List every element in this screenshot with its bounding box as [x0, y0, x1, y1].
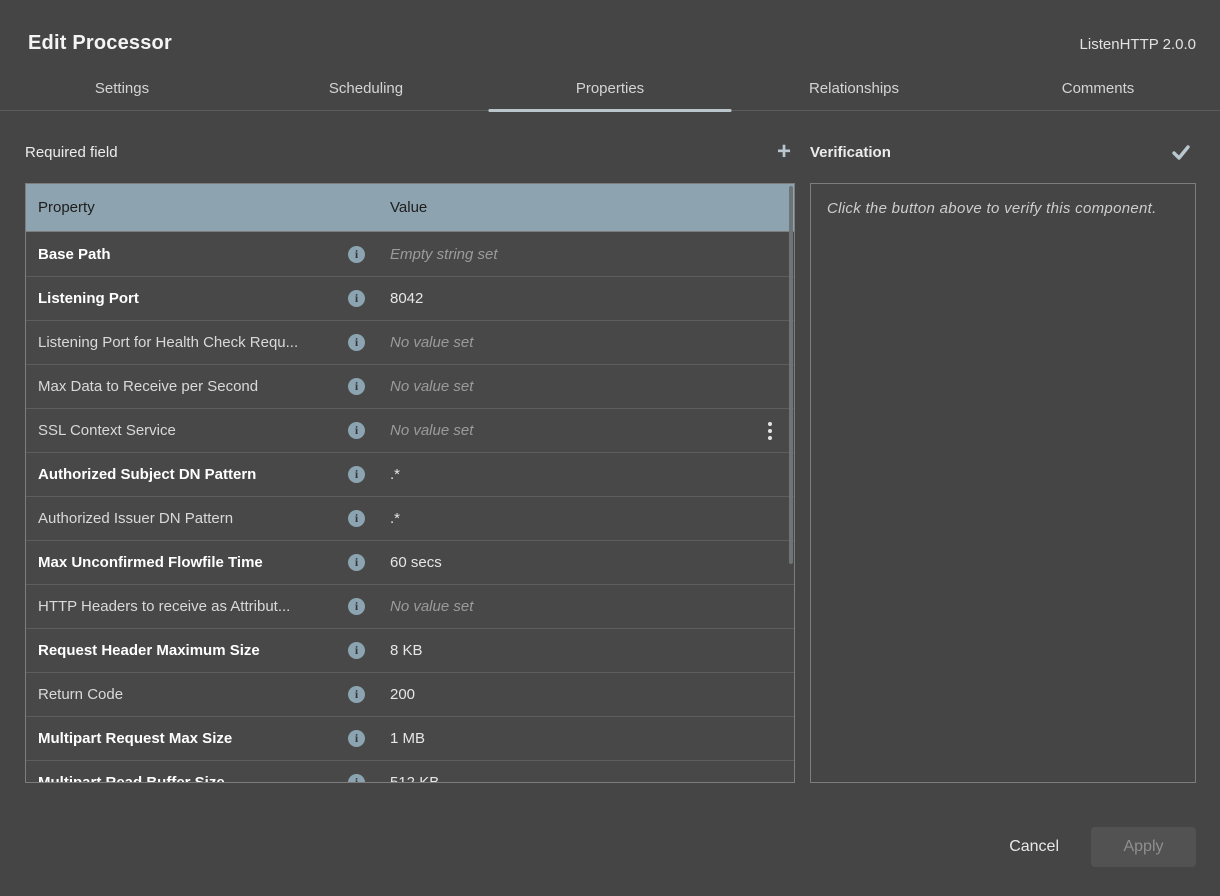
info-icon[interactable]: i [348, 774, 365, 783]
column-header-value: Value [374, 199, 754, 216]
verification-label: Verification [810, 144, 891, 161]
properties-panel: Required field + Property Value Base Pat… [25, 139, 795, 798]
plus-icon: + [777, 141, 791, 163]
property-value[interactable]: 1 MB [374, 730, 754, 747]
info-icon[interactable]: i [348, 290, 365, 307]
info-icon[interactable]: i [348, 730, 365, 747]
dialog-title: Edit Processor [28, 32, 172, 55]
verification-section-head: Verification [810, 139, 1196, 165]
property-value[interactable]: No value set [374, 598, 754, 615]
properties-table: Property Value Base PathiEmpty string se… [25, 183, 795, 783]
tab-properties[interactable]: Properties [488, 71, 732, 110]
property-row[interactable]: Listening Port for Health Check Requ...i… [26, 320, 794, 364]
property-value[interactable]: 8042 [374, 290, 754, 307]
processor-version: ListenHTTP 2.0.0 [1080, 36, 1196, 53]
info-icon[interactable]: i [348, 466, 365, 483]
info-icon[interactable]: i [348, 686, 365, 703]
column-header-property: Property [26, 199, 344, 216]
property-row[interactable]: Multipart Request Max Sizei 1 MB [26, 716, 794, 760]
property-value[interactable]: 200 [374, 686, 754, 703]
property-name: Authorized Subject DN Pattern [26, 466, 344, 483]
property-row[interactable]: Request Header Maximum Sizei 8 KB [26, 628, 794, 672]
dialog-footer: Cancel Apply [0, 798, 1220, 896]
tab-bar: Settings Scheduling Properties Relations… [0, 71, 1220, 111]
property-name: HTTP Headers to receive as Attribut... [26, 598, 344, 615]
table-header-row: Property Value [26, 184, 794, 232]
properties-section-head: Required field + [25, 139, 795, 165]
property-name: Listening Port [26, 290, 344, 307]
property-row[interactable]: Multipart Read Buffer Size i 512 KB [26, 760, 794, 783]
required-field-label: Required field [25, 144, 118, 161]
property-row[interactable]: Listening Porti 8042 [26, 276, 794, 320]
property-value[interactable]: 60 secs [374, 554, 754, 571]
property-row[interactable]: HTTP Headers to receive as Attribut...iN… [26, 584, 794, 628]
tab-comments[interactable]: Comments [976, 71, 1220, 110]
tab-settings[interactable]: Settings [0, 71, 244, 110]
property-value[interactable]: 512 KB [374, 774, 754, 783]
property-row[interactable]: SSL Context Servicei No value set [26, 408, 794, 452]
property-row[interactable]: Authorized Issuer DN Patterni .* [26, 496, 794, 540]
property-row[interactable]: Return Codei 200 [26, 672, 794, 716]
apply-button[interactable]: Apply [1091, 827, 1196, 867]
property-value[interactable]: Empty string set [374, 246, 754, 263]
property-name: Multipart Read Buffer Size [26, 774, 344, 783]
property-name: Max Unconfirmed Flowfile Time [26, 554, 344, 571]
tab-scheduling[interactable]: Scheduling [244, 71, 488, 110]
info-icon[interactable]: i [348, 642, 365, 659]
info-icon[interactable]: i [348, 510, 365, 527]
property-value[interactable]: 8 KB [374, 642, 754, 659]
property-name: Base Path [26, 246, 344, 263]
verification-message-box: Click the button above to verify this co… [810, 183, 1196, 783]
tab-relationships[interactable]: Relationships [732, 71, 976, 110]
info-icon[interactable]: i [348, 246, 365, 263]
property-row[interactable]: Base Pathi Empty string set [26, 232, 794, 276]
property-row[interactable]: Authorized Subject DN Patterni .* [26, 452, 794, 496]
verification-panel: Verification Click the button above to v… [810, 139, 1196, 798]
property-value[interactable]: .* [374, 466, 754, 483]
dialog-header: Edit Processor ListenHTTP 2.0.0 [0, 0, 1220, 55]
property-value[interactable]: No value set [374, 422, 754, 439]
property-name: Return Code [26, 686, 344, 703]
property-name: Multipart Request Max Size [26, 730, 344, 747]
table-scrollbar[interactable] [789, 186, 793, 564]
property-name: Authorized Issuer DN Pattern [26, 510, 344, 527]
add-property-button[interactable]: + [773, 139, 795, 165]
content-area: Required field + Property Value Base Pat… [0, 139, 1220, 798]
info-icon[interactable]: i [348, 554, 365, 571]
property-name: SSL Context Service [26, 422, 344, 439]
info-icon[interactable]: i [348, 334, 365, 351]
cancel-button[interactable]: Cancel [1005, 830, 1063, 864]
property-row[interactable]: Max Unconfirmed Flowfile Timei 60 secs [26, 540, 794, 584]
property-name: Request Header Maximum Size [26, 642, 344, 659]
property-value[interactable]: .* [374, 510, 754, 527]
info-icon[interactable]: i [348, 598, 365, 615]
verification-message: Click the button above to verify this co… [827, 200, 1157, 217]
property-row[interactable]: Max Data to Receive per Secondi No value … [26, 364, 794, 408]
check-icon [1170, 141, 1192, 163]
edit-processor-dialog: Edit Processor ListenHTTP 2.0.0 Settings… [0, 0, 1220, 896]
verify-button[interactable] [1166, 139, 1196, 165]
property-name: Max Data to Receive per Second [26, 378, 344, 395]
property-name: Listening Port for Health Check Requ... [26, 334, 344, 351]
property-value[interactable]: No value set [374, 334, 754, 351]
info-icon[interactable]: i [348, 378, 365, 395]
table-body: Base PathiEmpty string setListening Port… [26, 232, 794, 783]
property-value[interactable]: No value set [374, 378, 754, 395]
row-menu-kebab-icon[interactable] [758, 419, 782, 443]
info-icon[interactable]: i [348, 422, 365, 439]
